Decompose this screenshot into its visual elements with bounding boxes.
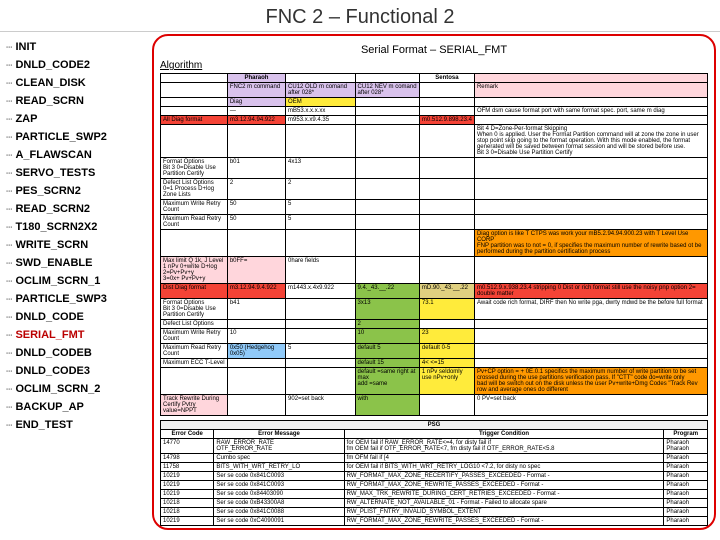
sidebar-item[interactable]: PARTICLE_SWP2 [4,128,144,146]
sidebar-item[interactable]: A_FLAWSCAN [4,146,144,164]
sidebar-item[interactable]: INIT [4,38,144,56]
sidebar-item[interactable]: ZAP [4,110,144,128]
sidebar-item[interactable]: SWD_ENABLE [4,254,144,272]
sidebar-item[interactable]: OCLIM_SCRN_2 [4,380,144,398]
page-title: FNC 2 – Functional 2 [0,0,720,32]
sidebar-item[interactable]: READ_SCRN2 [4,200,144,218]
spec-table: PharaohSentosaFNC2 m commandCU12 OLD m c… [160,73,708,416]
algorithm-label: Algorithm [160,60,708,71]
sidebar-item[interactable]: T180_SCRN2X2 [4,218,144,236]
sidebar-item[interactable]: WRITE_SCRN [4,236,144,254]
sidebar-item[interactable]: SERIAL_FMT [4,326,144,344]
psg-table: PSGError CodeError MessageTrigger Condit… [160,420,708,526]
sidebar-item[interactable]: BACKUP_AP [4,398,144,416]
sidebar-item[interactable]: END_TEST [4,416,144,434]
step-sidebar: INITDNLD_CODE2CLEAN_DISKREAD_SCRNZAPPART… [0,32,148,532]
sidebar-item[interactable]: PARTICLE_SWP3 [4,290,144,308]
sidebar-item[interactable]: SERVO_TESTS [4,164,144,182]
sidebar-item[interactable]: DNLD_CODE3 [4,362,144,380]
sidebar-item[interactable]: DNLD_CODEB [4,344,144,362]
sidebar-item[interactable]: PES_SCRN2 [4,182,144,200]
content-panel: Serial Format – SERIAL_FMT Algorithm Pha… [152,34,716,530]
sidebar-item[interactable]: DNLD_CODE2 [4,56,144,74]
sidebar-item[interactable]: DNLD_CODE [4,308,144,326]
sidebar-item[interactable]: CLEAN_DISK [4,74,144,92]
sidebar-item[interactable]: READ_SCRN [4,92,144,110]
sidebar-item[interactable]: OCLIM_SCRN_1 [4,272,144,290]
panel-subtitle: Serial Format – SERIAL_FMT [160,44,708,56]
